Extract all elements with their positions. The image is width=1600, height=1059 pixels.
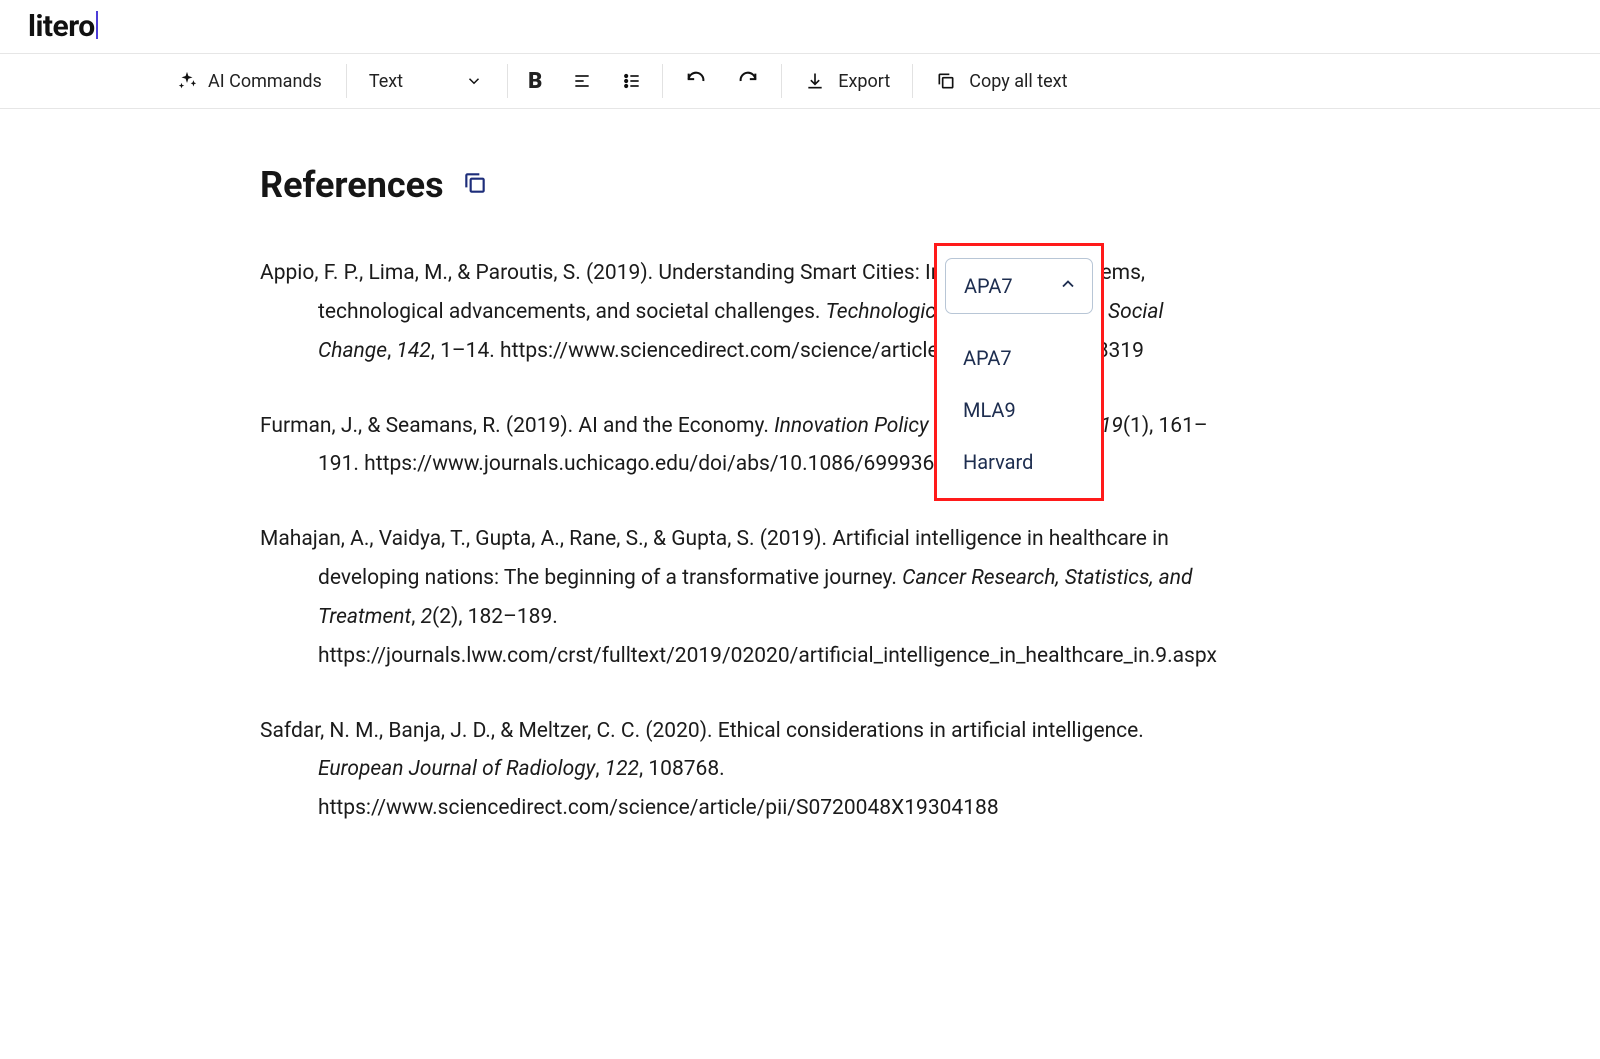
- reference-journal: European Journal of Radiology: [318, 757, 595, 781]
- citation-style-option[interactable]: APA7: [963, 332, 1093, 384]
- undo-redo-group: [663, 70, 781, 92]
- reference-entry: Safdar, N. M., Banja, J. D., & Meltzer, …: [260, 712, 1210, 829]
- reference-tail: (2), 182–189. https://journals.lww.com/c…: [318, 605, 1217, 668]
- text-style-dropdown[interactable]: Text: [347, 70, 507, 92]
- chevron-up-icon: [1058, 274, 1078, 299]
- chevron-down-icon: [463, 70, 485, 92]
- reference-entry: Mahajan, A., Vaidya, T., Gupta, A., Rane…: [260, 520, 1210, 675]
- text-style-label: Text: [369, 71, 403, 92]
- reference-volume: 2: [421, 605, 432, 629]
- toolbar: AI Commands Text B Export: [0, 54, 1600, 109]
- redo-button[interactable]: [737, 70, 759, 92]
- format-group: B: [508, 69, 662, 94]
- logo: litero: [28, 9, 98, 44]
- reference-volume: 142: [396, 339, 430, 363]
- undo-button[interactable]: [685, 70, 707, 92]
- references-title: References: [260, 164, 444, 206]
- citation-style-option[interactable]: MLA9: [963, 384, 1093, 436]
- citation-style-options: APA7 MLA9 Harvard: [945, 332, 1093, 488]
- align-button[interactable]: [572, 69, 592, 94]
- logo-bar: litero: [0, 0, 1600, 54]
- export-label: Export: [838, 71, 890, 92]
- references-header: References: [260, 164, 1600, 206]
- reference-text: Furman, J., & Seamans, R. (2019). AI and…: [260, 414, 774, 438]
- reference-volume: 122: [605, 757, 639, 781]
- copy-all-label: Copy all text: [969, 71, 1067, 92]
- logo-caret: [96, 11, 98, 39]
- page-content: References APA7 APA7 MLA9 Harvard Appio,…: [0, 109, 1600, 828]
- copy-all-button[interactable]: Copy all text: [913, 70, 1089, 92]
- reference-text: Safdar, N. M., Banja, J. D., & Meltzer, …: [260, 719, 1144, 743]
- copy-references-button[interactable]: [462, 170, 488, 200]
- bullet-list-button[interactable]: [622, 69, 642, 94]
- download-icon: [804, 70, 826, 92]
- ai-commands-label: AI Commands: [208, 71, 322, 92]
- ai-commands-button[interactable]: AI Commands: [176, 70, 346, 92]
- citation-style-select[interactable]: APA7: [945, 258, 1093, 314]
- sparkle-icon: [176, 70, 198, 92]
- copy-icon: [935, 70, 957, 92]
- citation-style-highlight: APA7 APA7 MLA9 Harvard: [934, 243, 1104, 501]
- citation-style-value: APA7: [964, 274, 1013, 298]
- export-button[interactable]: Export: [782, 70, 912, 92]
- citation-style-option[interactable]: Harvard: [963, 436, 1093, 488]
- logo-text: litero: [28, 9, 95, 44]
- bold-button[interactable]: B: [528, 69, 542, 94]
